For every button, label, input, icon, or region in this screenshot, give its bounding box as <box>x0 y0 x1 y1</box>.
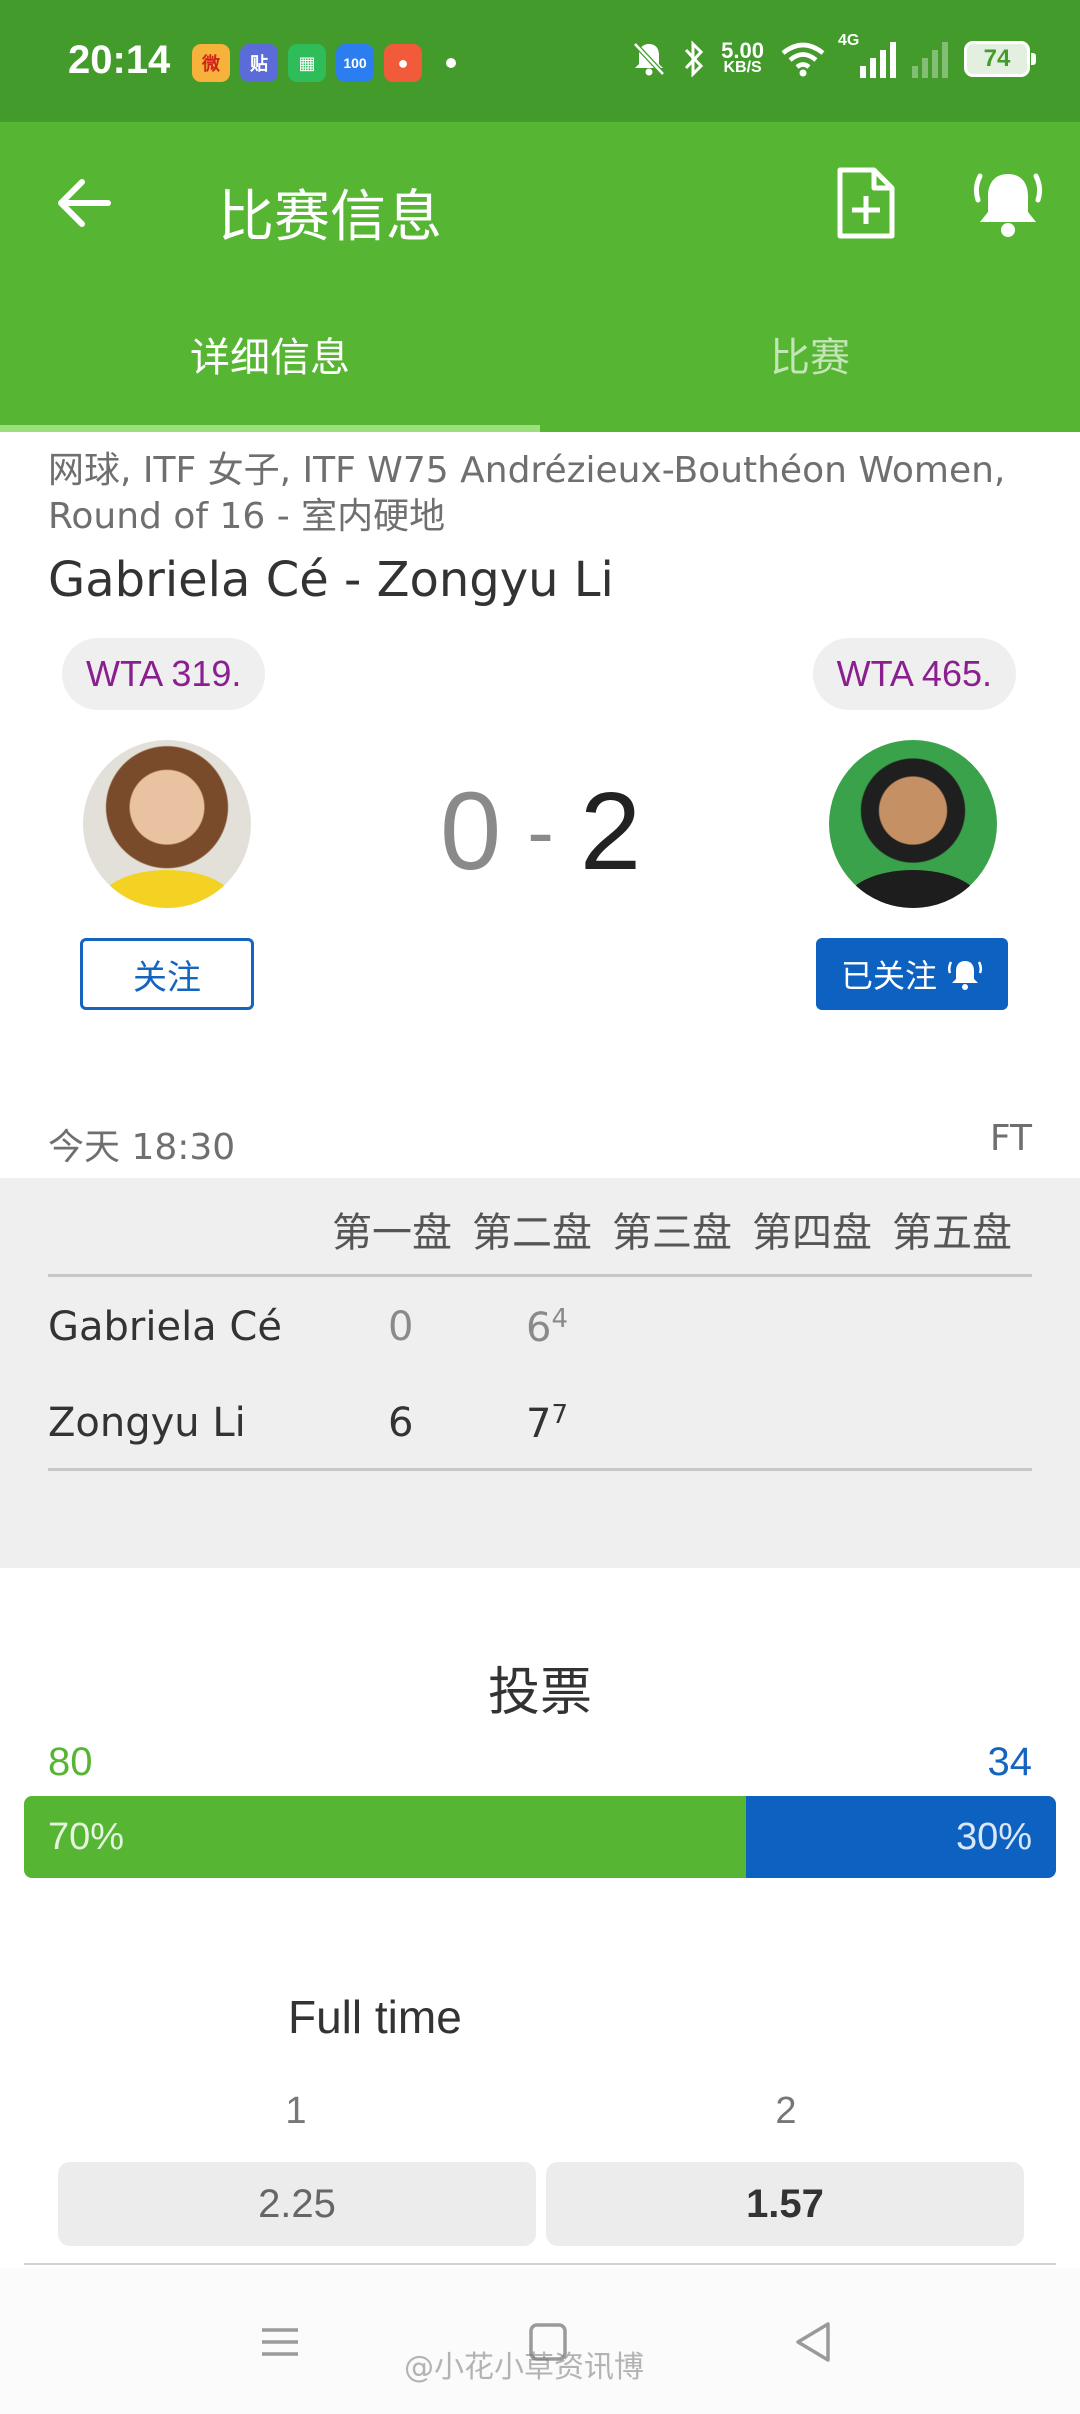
tab-details[interactable]: 详细信息 <box>0 284 540 432</box>
set-2-score: 77 <box>526 1400 568 1447</box>
network-type: 4G <box>838 32 860 49</box>
set-headers: 第一盘 第二盘 第三盘 第四盘 第五盘 <box>332 1200 1032 1258</box>
notification-icons: 微 贴 ▦ 100 ● <box>192 44 456 82</box>
more-notifications-dot-icon <box>446 58 456 68</box>
app-bar: 比赛信息 <box>0 122 1080 284</box>
odds-divider <box>24 2263 1056 2265</box>
match-score: 0 - 2 <box>440 768 641 895</box>
odds-col-1-label: 1 <box>285 2090 307 2132</box>
tiebreak-score: 7 <box>551 1400 568 1430</box>
home-vote-count: 80 <box>48 1740 93 1784</box>
status-time: 20:14 <box>68 38 171 82</box>
weibo-app-icon: 微 <box>192 44 230 82</box>
away-score: 2 <box>579 770 642 893</box>
set-2-score: 64 <box>526 1304 568 1351</box>
set-table-divider <box>48 1274 1032 1277</box>
vote-away-segment[interactable]: 30% <box>746 1796 1056 1878</box>
system-indicators: 5.00 KB/S 4G 74 <box>631 32 1036 78</box>
add-document-icon[interactable] <box>832 166 898 240</box>
grid-app-icon: ▦ <box>288 44 326 82</box>
tab-match[interactable]: 比赛 <box>540 284 1080 432</box>
follow-home-button[interactable]: 关注 <box>80 938 254 1010</box>
system-nav-bar <box>0 2268 1080 2414</box>
net-speed: 5.00 KB/S <box>721 38 764 77</box>
set-1-score: 6 <box>388 1400 414 1446</box>
back-arrow-icon[interactable] <box>50 168 120 238</box>
signal-bars-2-icon <box>912 40 948 78</box>
score-separator: - <box>527 786 554 876</box>
match-title: Gabriela Cé - Zongyu Li <box>48 552 614 608</box>
set-header-4: 第四盘 <box>752 1210 872 1256</box>
set-1-score: 0 <box>388 1304 414 1350</box>
orange-app-icon: ● <box>384 44 422 82</box>
net-speed-unit: KB/S <box>723 59 762 76</box>
tab-bar: 详细信息 比赛 <box>0 284 1080 432</box>
followed-label: 已关注 <box>840 957 937 995</box>
watermark: @小花小草资讯博 <box>404 2350 644 2385</box>
set-row-player: Gabriela Cé <box>48 1304 282 1350</box>
odds-title: Full time <box>288 1991 462 2043</box>
menu-nav-icon[interactable] <box>250 2312 310 2372</box>
set-header-2: 第二盘 <box>472 1210 592 1256</box>
set-table-bottom-divider <box>48 1468 1032 1471</box>
page-title: 比赛信息 <box>218 185 442 250</box>
app-100-icon: 100 <box>336 44 374 82</box>
match-meta: 网球, ITF 女子, ITF W75 Andrézieux-Bouthéon … <box>48 450 1006 537</box>
mute-bell-icon <box>633 42 665 76</box>
bell-ring-icon <box>947 961 983 990</box>
set-score-table: 第一盘 第二盘 第三盘 第四盘 第五盘 Gabriela Cé 0 64 Zon… <box>0 1178 1080 1568</box>
followed-away-button[interactable]: 已关注 <box>816 938 1008 1010</box>
odds-away-button[interactable]: 1.57 <box>546 2162 1024 2246</box>
set-row-player: Zongyu Li <box>48 1400 246 1446</box>
set-header-1: 第一盘 <box>332 1210 452 1256</box>
back-nav-icon[interactable] <box>784 2312 844 2372</box>
battery-indicator: 74 <box>964 41 1036 77</box>
vote-bar[interactable]: 70% 30% <box>24 1796 1056 1878</box>
odds-col-2-label: 2 <box>775 2090 797 2132</box>
away-ranking-badge[interactable]: WTA 465. <box>812 638 1016 710</box>
home-ranking-badge[interactable]: WTA 319. <box>62 638 266 710</box>
away-player-avatar[interactable] <box>829 740 997 908</box>
status-bar: 20:14 微 贴 ▦ 100 ● 5.00 KB/S 4G 74 <box>0 0 1080 122</box>
tieba-app-icon: 贴 <box>240 44 278 82</box>
bluetooth-icon <box>685 40 704 78</box>
cellular-signal-1: 4G <box>838 32 896 78</box>
away-vote-count: 34 <box>987 1740 1033 1784</box>
tiebreak-score: 4 <box>551 1304 568 1334</box>
notification-bell-icon[interactable] <box>972 166 1044 240</box>
match-start-time: 今天 18:30 <box>48 1127 236 1168</box>
home-player-avatar[interactable] <box>83 740 251 908</box>
match-time-row: 今天 18:30 FT <box>48 1118 1032 1170</box>
home-score: 0 <box>440 770 502 893</box>
vote-home-segment[interactable]: 70% <box>24 1796 747 1878</box>
set-header-3: 第三盘 <box>612 1210 732 1256</box>
match-status: FT <box>989 1118 1032 1159</box>
set-row-home: Gabriela Cé 0 64 <box>48 1284 1038 1364</box>
set-row-away: Zongyu Li 6 77 <box>48 1380 1038 1460</box>
net-speed-value: 5.00 <box>721 38 764 63</box>
vote-title: 投票 <box>487 1663 592 1723</box>
wifi-icon <box>781 42 825 77</box>
odds-home-button[interactable]: 2.25 <box>58 2162 536 2246</box>
set-header-5: 第五盘 <box>892 1210 1012 1256</box>
